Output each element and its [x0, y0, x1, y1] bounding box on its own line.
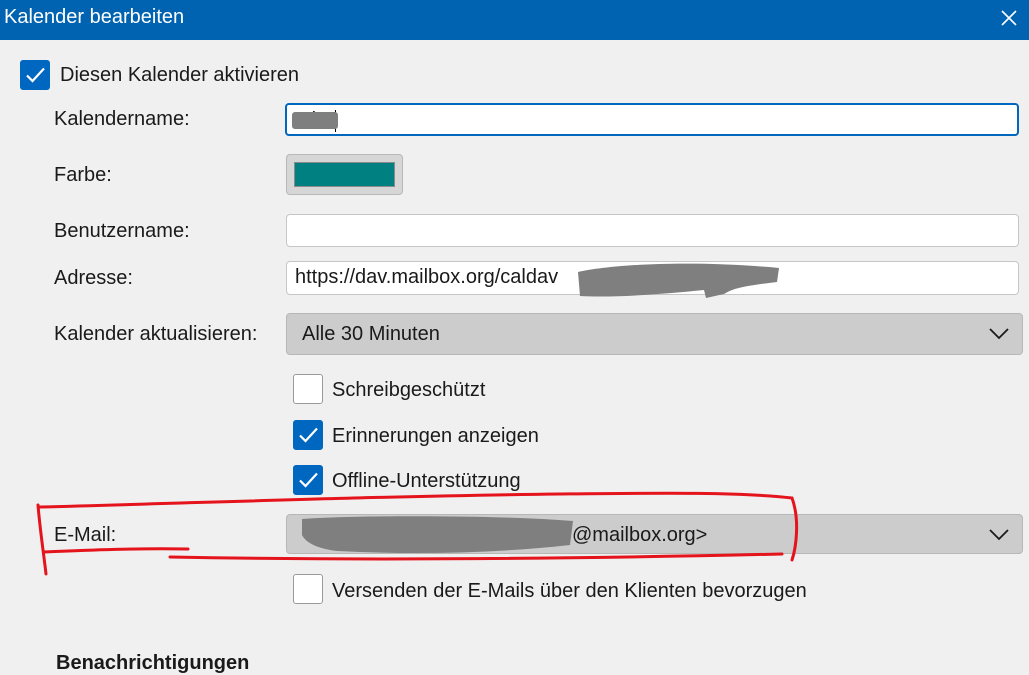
annotation-red-outline [36, 491, 799, 576]
